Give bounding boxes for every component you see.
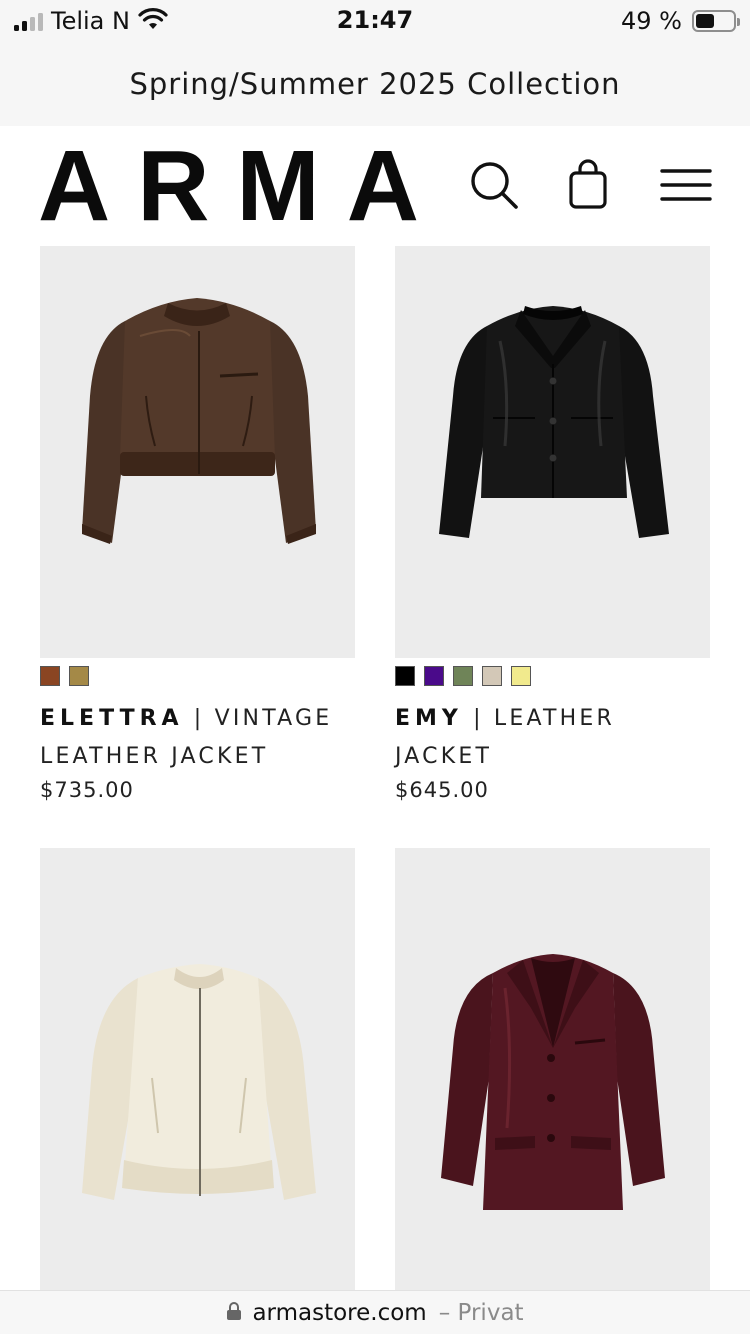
product-card[interactable]: EMY | LEATHER JACKET $645.00 — [395, 246, 710, 802]
address-domain: armastore.com — [252, 1299, 427, 1326]
product-brand: ELETTRA — [40, 706, 184, 731]
collection-title: Spring/Summer 2025 Collection — [129, 67, 621, 101]
shopping-bag-icon[interactable] — [566, 159, 610, 215]
product-card[interactable] — [40, 848, 355, 1290]
status-bar: Telia N 21:47 49 % — [0, 0, 750, 42]
color-swatch[interactable] — [395, 666, 415, 686]
status-right: 49 % — [621, 6, 740, 36]
color-swatch[interactable] — [511, 666, 531, 686]
product-image[interactable] — [40, 848, 355, 1290]
browser-address-bar[interactable]: armastore.com – Privat — [0, 1290, 750, 1334]
color-swatch[interactable] — [453, 666, 473, 686]
product-card[interactable] — [395, 848, 710, 1290]
name-separator: | — [193, 706, 205, 731]
product-name[interactable]: EMY | LEATHER JACKET — [395, 700, 710, 776]
brown-leather-bomber-image — [82, 298, 316, 544]
battery-level-fill — [696, 14, 714, 28]
battery-icon — [692, 10, 740, 32]
search-icon[interactable] — [468, 159, 520, 215]
black-leather-jacket-image — [439, 306, 669, 538]
browsing-mode: Privat — [457, 1299, 524, 1326]
product-name[interactable]: ELETTRA | VINTAGE LEATHER JACKET — [40, 700, 355, 776]
address-separator: – — [438, 1299, 451, 1326]
product-price: $735.00 — [40, 778, 134, 802]
color-swatch[interactable] — [482, 666, 502, 686]
collection-banner: Spring/Summer 2025 Collection — [0, 42, 750, 126]
product-image[interactable] — [395, 246, 710, 658]
color-swatch[interactable] — [69, 666, 89, 686]
product-brand: EMY — [395, 706, 463, 731]
lock-icon — [226, 1301, 242, 1325]
product-price: $645.00 — [395, 778, 489, 802]
name-separator: | — [473, 706, 484, 731]
color-swatches — [40, 666, 355, 686]
color-swatch[interactable] — [40, 666, 60, 686]
arma-logo[interactable]: ARMA — [38, 136, 446, 236]
cream-bomber-jacket-image — [82, 964, 316, 1200]
site-header: ARMA — [0, 126, 750, 246]
battery-percentage: 49 % — [621, 7, 682, 35]
product-image[interactable] — [40, 246, 355, 658]
product-card[interactable]: ELETTRA | VINTAGE LEATHER JACKET $735.00 — [40, 246, 355, 802]
hamburger-menu-icon[interactable] — [660, 166, 712, 210]
burgundy-leather-blazer-image — [441, 954, 665, 1210]
color-swatches — [395, 666, 710, 686]
color-swatch[interactable] — [424, 666, 444, 686]
product-image[interactable] — [395, 848, 710, 1290]
private-mode-label: – Privat — [439, 1300, 524, 1326]
